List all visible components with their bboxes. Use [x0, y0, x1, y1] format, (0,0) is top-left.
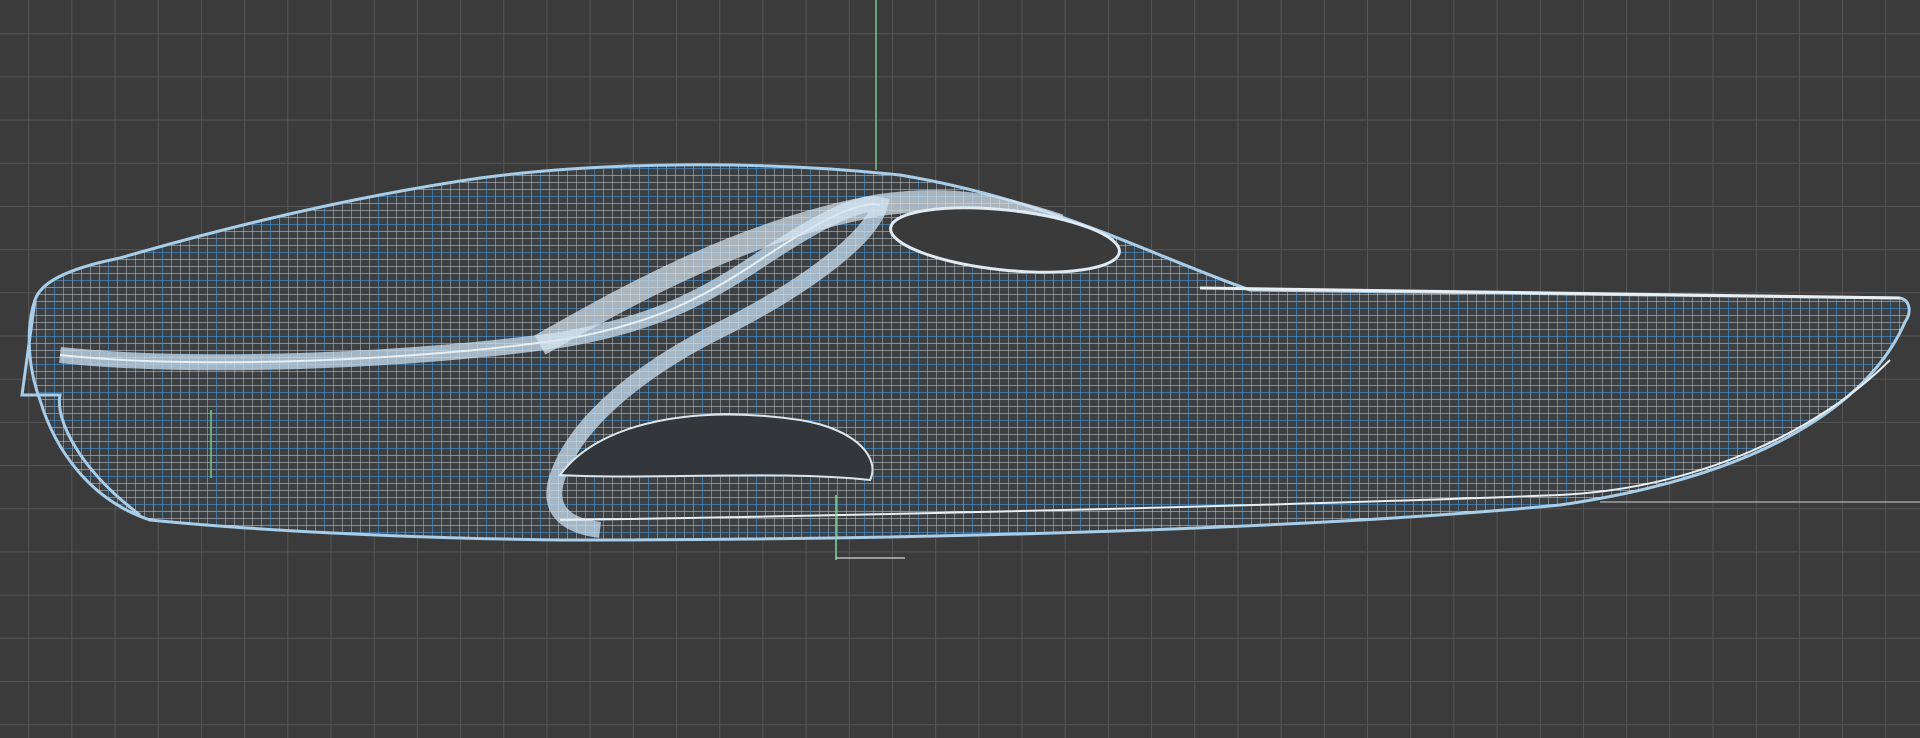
scene-canvas[interactable] [0, 0, 1920, 738]
viewport-3d[interactable] [0, 0, 1920, 738]
